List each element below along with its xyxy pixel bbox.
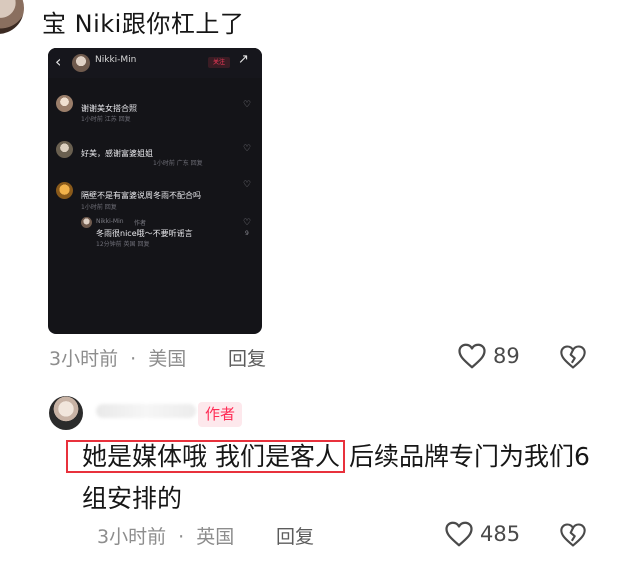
embedded-header: ‹ Nikki-Min 关注 ↗ [48, 48, 262, 78]
embedded-follow-badge: 关注 [208, 57, 230, 68]
embedded-reply-text: 冬雨很nice哦～不要听谣言 [96, 229, 193, 238]
embedded-comment-meta: 1小时前 江苏 回复 [81, 116, 131, 123]
embedded-username: Nikki-Min [95, 55, 137, 65]
heart-outline-icon: ♡ [243, 218, 252, 228]
embedded-avatar [56, 95, 73, 112]
heart-outline-icon [458, 343, 486, 369]
embedded-comment-text: 隔壁不是有富婆说周冬雨不配合吗 [81, 191, 201, 200]
reply-button[interactable]: 回复 [228, 344, 266, 371]
heart-outline-icon: ♡ [243, 144, 252, 154]
heart-outline-icon: ♡ [243, 180, 252, 190]
back-arrow-icon: ‹ [55, 52, 62, 71]
commenter-avatar[interactable] [0, 0, 24, 34]
embedded-avatar [81, 217, 92, 228]
broken-heart-icon [560, 345, 586, 369]
comment-location: 美国 [148, 348, 187, 370]
comment-time: 3小时前 [49, 348, 119, 370]
meta-separator: · [130, 348, 137, 370]
meta-separator: · [178, 526, 185, 548]
embedded-avatar [56, 182, 73, 199]
dislike-button[interactable] [559, 521, 587, 553]
comment-time: 3小时前 [97, 526, 167, 548]
blurred-username [96, 404, 196, 418]
comment-meta: 3小时前 · 英国 [97, 522, 234, 549]
reply-button[interactable]: 回复 [276, 522, 314, 549]
embedded-reply-meta: 12分钟前 英国 回复 [96, 241, 150, 248]
embedded-like-count: 9 [245, 230, 249, 237]
author-comment-text: 她是媒体哦 我们是客人 后续品牌专门为我们6组安排的 [66, 436, 612, 520]
author-avatar[interactable] [49, 396, 83, 430]
share-icon: ↗ [238, 52, 249, 67]
like-count: 89 [493, 344, 520, 368]
embedded-author-tag: 作者 [134, 220, 147, 227]
heart-outline-icon [445, 521, 473, 547]
comment-meta: 3小时前 · 美国 [49, 344, 186, 371]
embedded-comment-meta: 1小时前 回复 [81, 204, 117, 211]
comment-location: 英国 [196, 526, 235, 548]
heart-outline-icon: ♡ [243, 100, 252, 110]
embedded-comment-text: 谢谢美女搭合照 [81, 104, 137, 113]
like-button[interactable]: 89 [457, 342, 520, 370]
like-button[interactable]: 485 [444, 520, 520, 548]
like-count: 485 [480, 522, 521, 546]
comment-image[interactable]: ‹ Nikki-Min 关注 ↗ 谢谢美女搭合照 1小时前 江苏 回复 ♡ 好美… [48, 48, 262, 334]
highlighted-text: 她是媒体哦 我们是客人 [66, 440, 345, 473]
embedded-reply-name: Nikki-Min [96, 218, 124, 225]
embedded-comment-meta: 1小时前 广东 回复 [153, 160, 203, 167]
author-badge: 作者 [198, 402, 243, 427]
comment-text: 宝 Niki跟你杠上了 [42, 10, 245, 38]
dislike-button[interactable] [559, 343, 587, 375]
broken-heart-icon [560, 523, 586, 547]
embedded-avatar [72, 54, 90, 72]
embedded-comment-text: 好美，感谢富婆姐姐 [81, 149, 153, 158]
embedded-avatar [56, 141, 73, 158]
